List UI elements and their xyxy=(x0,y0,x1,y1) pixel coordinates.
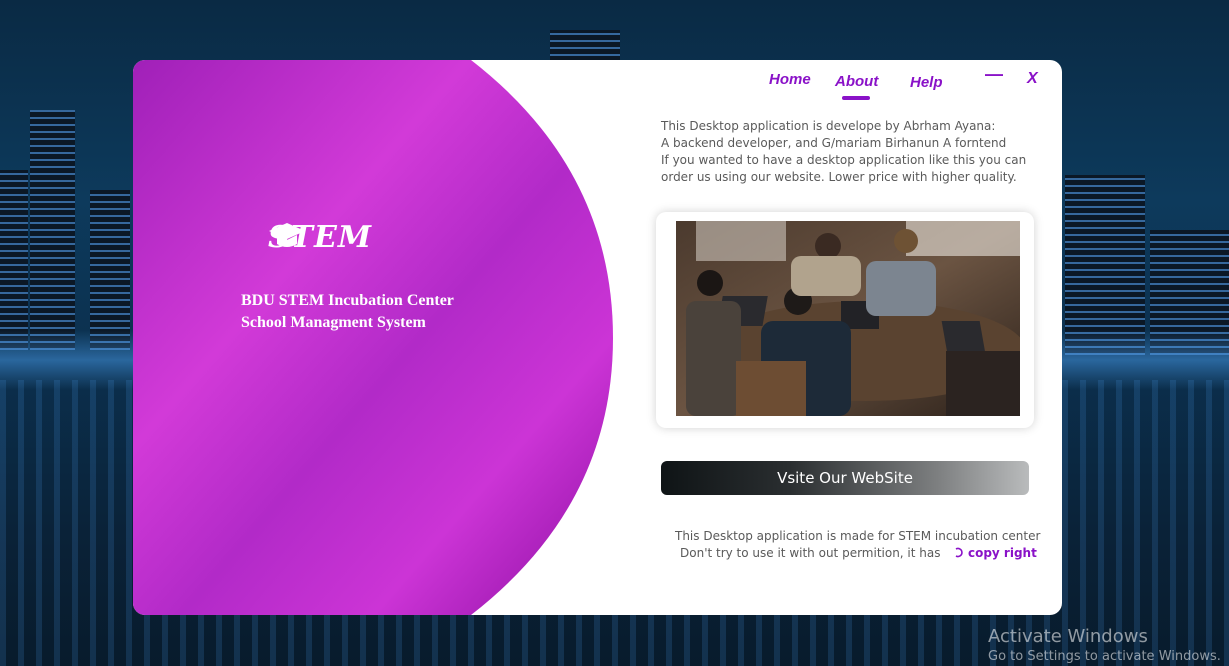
team-photo xyxy=(676,221,1020,416)
stem-logo: STEM xyxy=(268,220,372,255)
nav-help[interactable]: Help xyxy=(910,74,943,91)
nav-about[interactable]: About xyxy=(835,73,878,90)
about-description: This Desktop application is develope by … xyxy=(661,118,1041,186)
copyright-icon xyxy=(955,547,963,558)
footer-note: This Desktop application is made for STE… xyxy=(675,528,1040,562)
org-line-2: School Managment System xyxy=(241,314,426,331)
team-photo-image xyxy=(676,221,1020,416)
watermark-title: Activate Windows xyxy=(988,626,1148,647)
watermark-subtitle: Go to Settings to activate Windows. xyxy=(988,649,1221,664)
building xyxy=(0,170,28,350)
copyright-link[interactable]: copy right xyxy=(968,546,1037,560)
brand-panel-shape xyxy=(133,60,613,615)
active-tab-indicator xyxy=(842,96,870,100)
footer-line-1: This Desktop application is made for STE… xyxy=(675,529,1041,543)
close-button[interactable]: X xyxy=(1027,70,1038,88)
brand-panel: STEM BDU STEM Incubation Center School M… xyxy=(133,60,613,615)
activate-windows-watermark: Activate Windows Go to Settings to activ… xyxy=(988,626,1221,664)
about-line: If you wanted to have a desktop applicat… xyxy=(661,153,1027,167)
organization-name: BDU STEM Incubation Center School Managm… xyxy=(241,290,454,334)
building xyxy=(1065,175,1145,355)
nav-home[interactable]: Home xyxy=(769,71,811,88)
building xyxy=(90,190,130,350)
footer-warning: Don't try to use it with out permition, … xyxy=(680,546,941,560)
about-line: A backend developer, and G/mariam Birhan… xyxy=(661,136,1007,150)
about-line: order us using our website. Lower price … xyxy=(661,170,1017,184)
building xyxy=(30,110,75,350)
org-line-1: BDU STEM Incubation Center xyxy=(241,292,454,309)
footer-line-2: Don't try to use it with out permition, … xyxy=(675,545,1040,562)
about-window: STEM BDU STEM Incubation Center School M… xyxy=(133,60,1062,615)
visit-website-button[interactable]: Vsite Our WebSite xyxy=(661,461,1029,495)
graduation-cap-icon xyxy=(269,223,305,247)
photo-card xyxy=(656,212,1034,428)
minimize-button[interactable]: — xyxy=(985,64,1003,85)
about-line: This Desktop application is develope by … xyxy=(661,119,996,133)
